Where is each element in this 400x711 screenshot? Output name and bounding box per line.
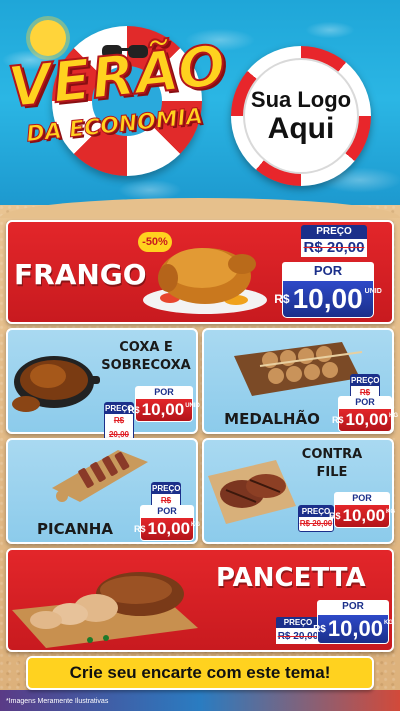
price-unit: UNID — [364, 288, 382, 295]
product-name-frango: FRANGO — [14, 258, 147, 291]
logo-text-line1: Sua Logo — [250, 87, 352, 112]
product-name-coxa: COXA E SOBRECOXA — [101, 340, 191, 373]
product-name-picanha: PICANHA — [37, 520, 113, 538]
picanha-price-tag: POR R$ 10,00 KG — [134, 505, 200, 541]
cta-banner[interactable]: Crie seu encarte com este tema! — [26, 656, 374, 690]
frango-old-price-tag: PREÇO R$ 20,00 — [301, 225, 367, 257]
price-value: 10,00 — [292, 283, 363, 314]
medalhao-image — [230, 332, 364, 402]
old-price: R$ 20,00 — [301, 239, 367, 257]
discount-badge: -50% — [138, 232, 172, 252]
pancetta-image — [10, 554, 202, 650]
coxa-image — [8, 346, 100, 416]
product-name-medalhao: MEDALHÃO — [224, 410, 320, 428]
pancetta-price-tag: POR R$ 10,00 KG — [313, 600, 393, 644]
medalhao-price-tag: POR R$ 10,00 KG — [332, 396, 398, 432]
coxa-price-tag: POR R$ 10,00 UNID — [128, 386, 200, 422]
disclaimer-text: *Imagens Meramente Ilustrativas — [6, 698, 109, 705]
frango-price-tag: POR R$ 10,00 UNID — [274, 262, 382, 318]
product-name-contrafile: CONTRA FILE — [301, 447, 363, 480]
picanha-image — [48, 444, 152, 506]
currency: R$ — [274, 292, 290, 306]
logo-text-line2: Aqui — [267, 112, 335, 145]
preco-label: PREÇO — [301, 225, 367, 239]
por-label: POR — [282, 262, 374, 280]
logo-lifebuoy: Sua Logo Aqui — [231, 46, 371, 186]
logo-placeholder[interactable]: Sua Logo Aqui — [243, 58, 359, 174]
contrafile-image — [206, 456, 298, 526]
contrafile-price-tag: POR R$ 10,00 KG — [329, 492, 395, 528]
product-name-pancetta: PANCETTA — [216, 563, 366, 593]
